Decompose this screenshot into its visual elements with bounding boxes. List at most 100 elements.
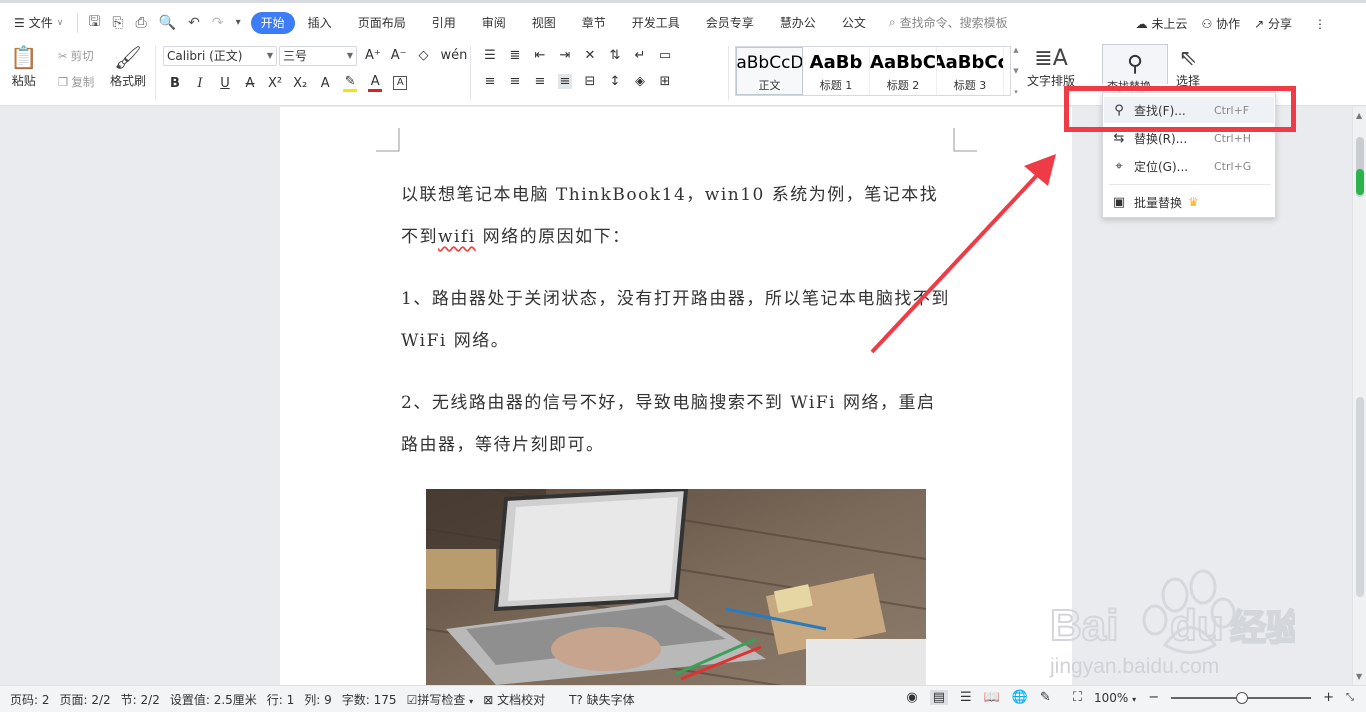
- format-painter-button[interactable]: 🖌 格式刷: [110, 46, 146, 89]
- print-icon[interactable]: ⎙: [136, 15, 147, 31]
- borders-icon[interactable]: ⊞: [658, 74, 672, 89]
- select-button[interactable]: ⇖ 选择: [1176, 46, 1200, 89]
- shading-icon[interactable]: ◈: [633, 74, 647, 89]
- scroll-thumb-secondary[interactable]: [1356, 397, 1364, 597]
- style-normal[interactable]: AaBbCcDd 正文: [736, 47, 803, 95]
- font-name-select[interactable]: Calibri (正文) ▼: [163, 46, 277, 66]
- status-column[interactable]: 列: 9: [299, 691, 337, 708]
- zoom-in-icon[interactable]: +: [1323, 690, 1334, 705]
- tab-view[interactable]: 视图: [519, 12, 569, 34]
- tab-ruler-icon[interactable]: ▭: [658, 48, 672, 63]
- proofread-button[interactable]: ⊠ 文档校对: [478, 691, 550, 708]
- align-left-icon[interactable]: ≡: [483, 74, 497, 89]
- underline-icon[interactable]: U: [218, 76, 232, 91]
- vertical-scrollbar[interactable]: ▲ ▼: [1352, 107, 1366, 685]
- char-border-icon[interactable]: A: [393, 76, 408, 90]
- print-preview-icon[interactable]: 🔍: [159, 15, 176, 31]
- write-mode-icon[interactable]: ✎: [1040, 690, 1051, 705]
- style-heading-1[interactable]: AaBb 标题 1: [803, 47, 870, 95]
- grow-font-icon[interactable]: A⁺: [365, 48, 381, 63]
- chinese-layout-icon[interactable]: ✕: [583, 48, 597, 63]
- zoom-level[interactable]: 100% ▾: [1094, 691, 1136, 705]
- customize-icon[interactable]: ▾: [236, 17, 241, 28]
- sort-icon[interactable]: ⇅: [608, 48, 622, 63]
- style-gallery-scroller[interactable]: ▲ ▼ ▾: [1011, 46, 1021, 96]
- tab-references[interactable]: 引用: [419, 12, 469, 34]
- cloud-status-button[interactable]: ☁ 未上云: [1136, 15, 1188, 32]
- decrease-indent-icon[interactable]: ⇤: [533, 48, 547, 63]
- bold-icon[interactable]: B: [168, 76, 182, 91]
- share-icon: ↗: [1254, 17, 1265, 31]
- zoom-slider-knob[interactable]: [1236, 691, 1249, 704]
- export-icon[interactable]: ⎘: [112, 15, 123, 31]
- outline-view-icon[interactable]: ☰: [960, 690, 972, 705]
- superscript-icon[interactable]: X²: [268, 76, 282, 91]
- shrink-font-icon[interactable]: A⁻: [391, 48, 407, 63]
- status-setting[interactable]: 设置值: 2.5厘米: [165, 691, 262, 708]
- tab-home[interactable]: 开始: [250, 11, 295, 34]
- share-button[interactable]: ↗ 分享: [1254, 15, 1292, 32]
- paste-button[interactable]: 📋 粘贴: [10, 46, 37, 89]
- line-spacing-icon[interactable]: ↕: [608, 74, 622, 89]
- status-row[interactable]: 行: 1: [262, 691, 300, 708]
- strikethrough-icon[interactable]: A: [243, 76, 257, 91]
- increase-indent-icon[interactable]: ⇥: [558, 48, 572, 63]
- tab-page-layout[interactable]: 页面布局: [345, 12, 419, 34]
- tab-official-doc[interactable]: 公文: [829, 12, 879, 34]
- phonetic-icon[interactable]: wén: [441, 48, 468, 63]
- more-icon[interactable]: ⋮: [1314, 17, 1326, 31]
- subscript-icon[interactable]: X₂: [293, 76, 307, 91]
- italic-icon[interactable]: I: [193, 76, 207, 91]
- collapse-icon[interactable]: ⤡: [1346, 692, 1354, 703]
- fit-page-icon[interactable]: ⛶: [1073, 690, 1082, 705]
- zoom-slider[interactable]: [1171, 691, 1312, 704]
- status-section[interactable]: 节: 2/2: [116, 691, 165, 708]
- status-word-count[interactable]: 字数: 175: [337, 691, 402, 708]
- paragraph-reason-1[interactable]: 1、路由器处于关闭状态，没有打开路由器，所以笔记本电脑找不到 WiFi 网络。: [401, 278, 951, 362]
- distributed-icon[interactable]: ⊟: [583, 74, 597, 89]
- tab-review[interactable]: 审阅: [469, 12, 519, 34]
- text-effect-icon[interactable]: A: [318, 76, 332, 91]
- laptop-photo[interactable]: [426, 489, 926, 685]
- command-search[interactable]: ⌕ 查找命令、搜索模板: [889, 14, 1008, 31]
- copy-button[interactable]: ❐ 复制: [58, 74, 94, 90]
- justify-icon[interactable]: ≡: [558, 74, 572, 89]
- highlight-icon[interactable]: ✎: [343, 74, 358, 92]
- page-view-icon[interactable]: ▤: [929, 690, 948, 705]
- reading-view-icon[interactable]: 📖: [984, 690, 1000, 705]
- text-layout-button[interactable]: ≣A 文字排版: [1027, 46, 1075, 89]
- bullets-icon[interactable]: ☰: [483, 48, 497, 63]
- tab-developer[interactable]: 开发工具: [619, 12, 693, 34]
- missing-font-button[interactable]: T? 缺失字体: [564, 691, 640, 708]
- eye-protection-icon[interactable]: ◉: [906, 690, 917, 705]
- show-marks-icon[interactable]: ↵: [633, 48, 647, 63]
- document-page[interactable]: 以联想笔记本电脑 ThinkBook14，win10 系统为例，笔记本找不到wi…: [280, 107, 1072, 685]
- font-color-icon[interactable]: A: [368, 74, 383, 92]
- tab-section[interactable]: 章节: [569, 12, 619, 34]
- font-size-select[interactable]: 三号 ▼: [279, 46, 357, 66]
- tab-smart-office[interactable]: 慧办公: [767, 12, 829, 34]
- style-heading-2[interactable]: AaBbC 标题 2: [870, 47, 937, 95]
- tab-member[interactable]: 会员专享: [693, 12, 767, 34]
- redo-icon[interactable]: ↷: [212, 15, 224, 31]
- style-heading-3[interactable]: AaBbCc 标题 3: [937, 47, 1004, 95]
- align-right-icon[interactable]: ≡: [533, 74, 547, 89]
- paragraph-intro[interactable]: 以联想笔记本电脑 ThinkBook14，win10 系统为例，笔记本找不到wi…: [401, 174, 951, 258]
- zoom-out-icon[interactable]: −: [1148, 690, 1159, 705]
- align-center-icon[interactable]: ≡: [508, 74, 522, 89]
- collab-button[interactable]: ⚇ 协作: [1201, 15, 1240, 32]
- status-page-number[interactable]: 页码: 2: [0, 691, 55, 708]
- menu-item-goto[interactable]: ⌖ 定位(G)... Ctrl+G: [1104, 153, 1274, 179]
- menu-item-batch-replace[interactable]: ▣ 批量替换 ♛: [1104, 189, 1274, 215]
- web-view-icon[interactable]: 🌐: [1012, 690, 1028, 705]
- spell-check-toggle[interactable]: ☑拼写检查 ▾: [402, 691, 479, 708]
- save-icon[interactable]: 🖫: [88, 11, 100, 35]
- status-pages[interactable]: 页面: 2/2: [55, 691, 116, 708]
- cut-button[interactable]: ✂ 剪切: [58, 48, 94, 64]
- undo-icon[interactable]: ↶: [188, 15, 200, 31]
- numbering-icon[interactable]: ≣: [508, 48, 522, 63]
- paragraph-reason-2[interactable]: 2、无线路由器的信号不好，导致电脑搜索不到 WiFi 网络，重启路由器，等待片刻…: [401, 382, 951, 466]
- clear-format-icon[interactable]: ◇: [417, 48, 431, 63]
- file-menu[interactable]: ☰ 文件 ∨: [0, 14, 73, 31]
- tab-insert[interactable]: 插入: [295, 12, 345, 34]
